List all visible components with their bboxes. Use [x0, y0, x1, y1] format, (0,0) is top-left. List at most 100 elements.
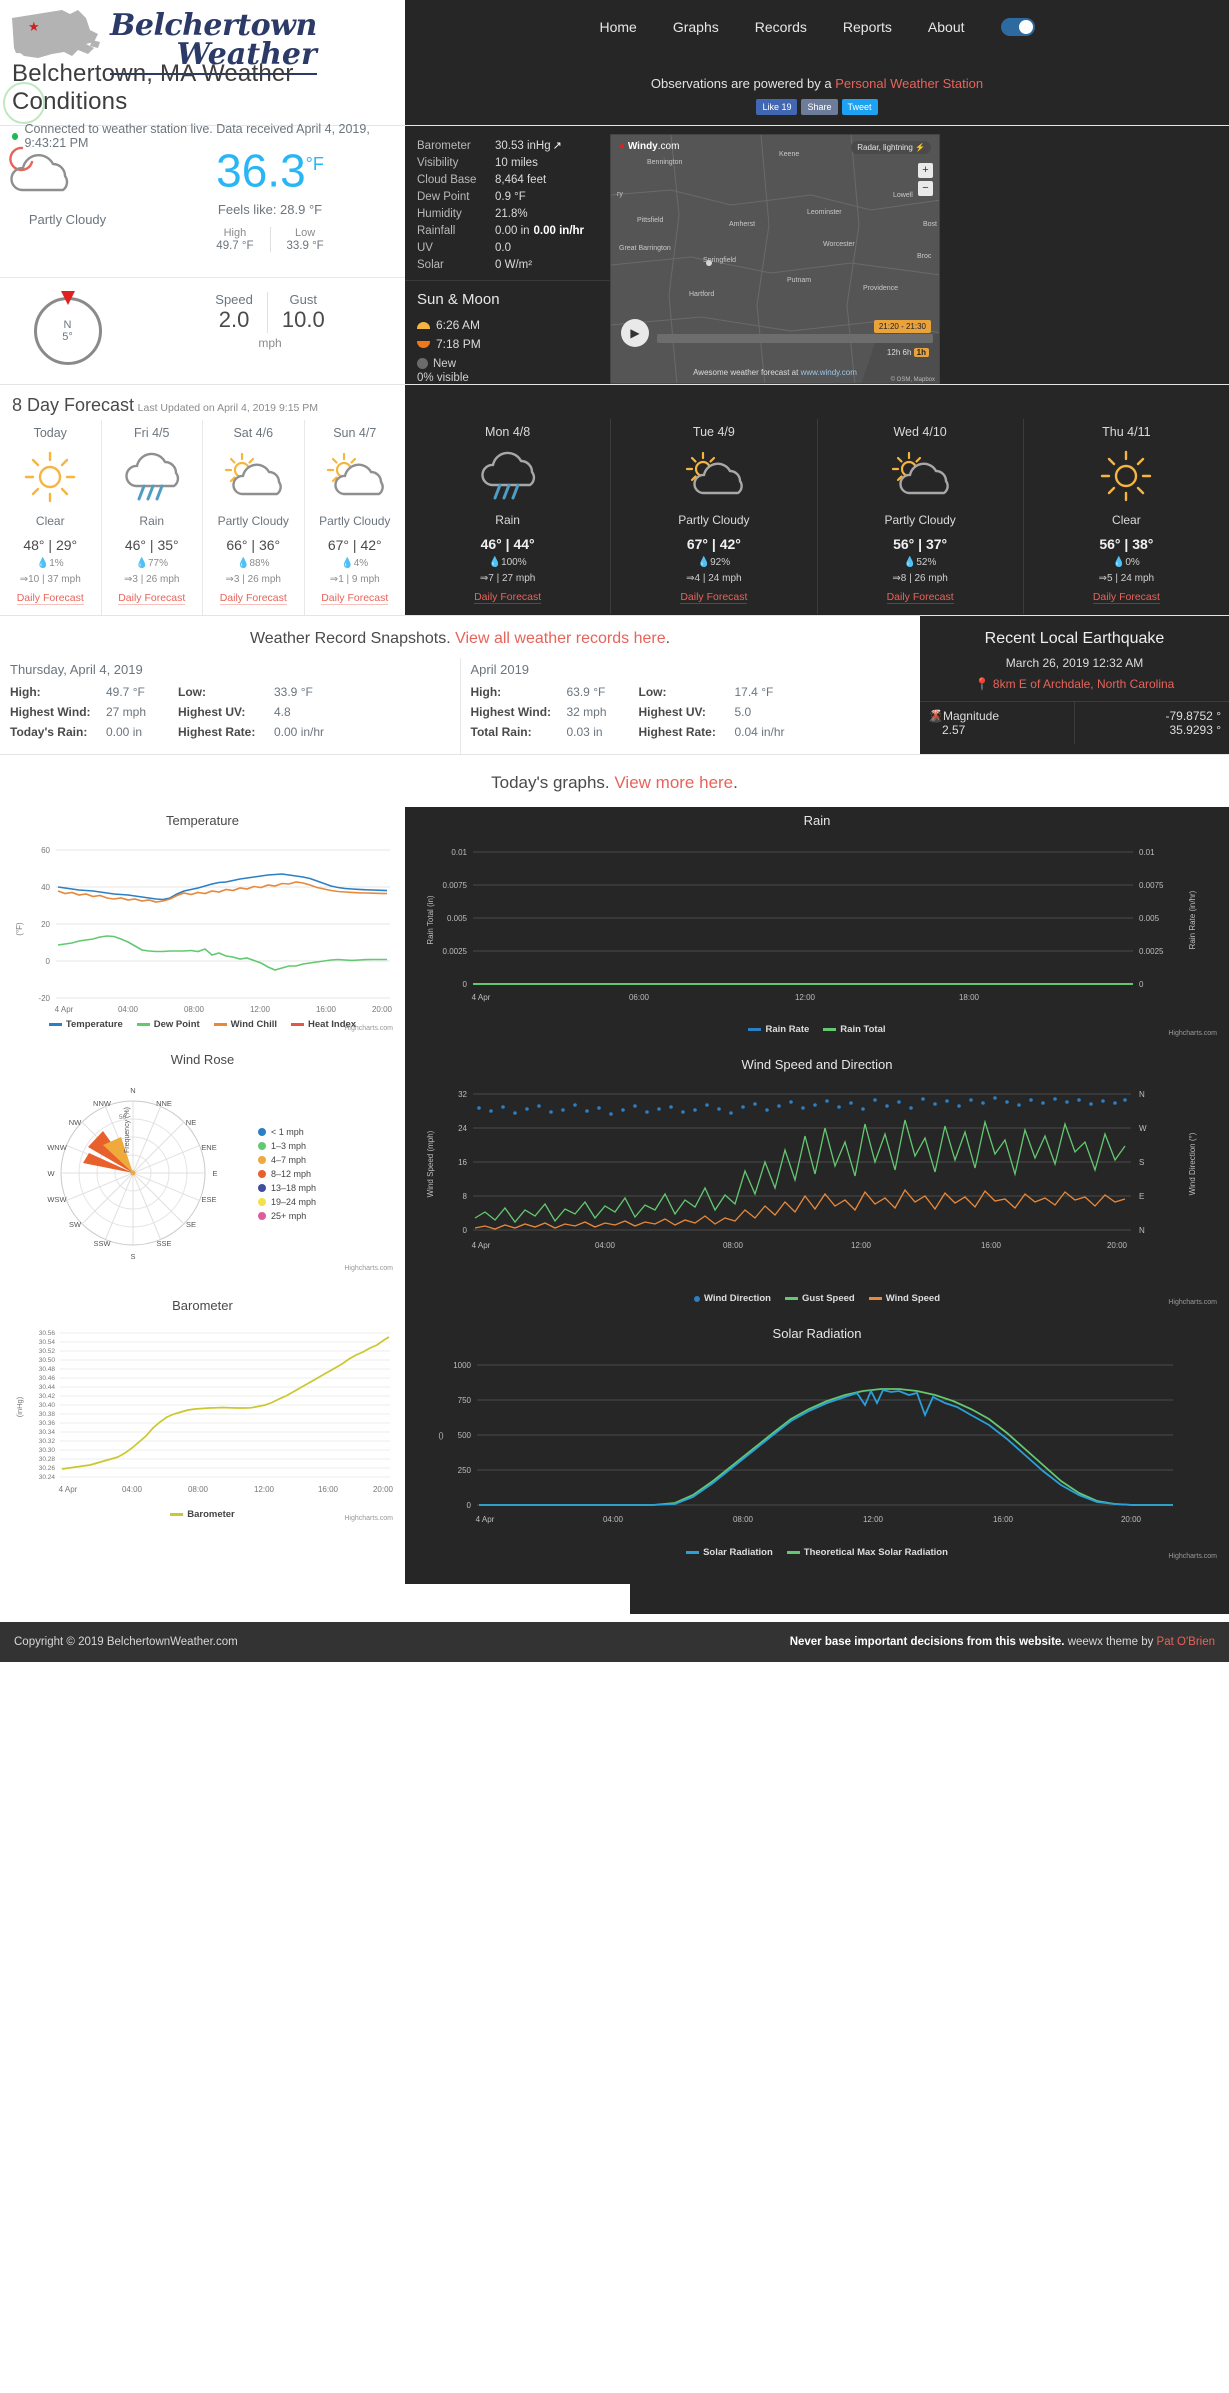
radar-play-button[interactable]: ▶ — [621, 319, 649, 347]
legend-item[interactable]: 19–24 mph — [258, 1195, 316, 1209]
chart-legend[interactable]: Temperature Dew Point Wind Chill Heat In… — [8, 1019, 397, 1030]
svg-text:NNE: NNE — [156, 1099, 172, 1108]
legend-item[interactable]: Rain Rate — [748, 1024, 809, 1035]
forecast-day: Fri 4/5 Rain 46° | 35° 💧77% ⇒3 | 26 mph … — [100, 420, 203, 615]
obs-value: 0.9 °F — [495, 191, 526, 203]
svg-text:08:00: 08:00 — [188, 1485, 209, 1494]
legend-item[interactable]: 1–3 mph — [258, 1139, 316, 1153]
daily-forecast-link[interactable]: Daily Forecast — [886, 591, 954, 604]
forecast-day: Today Clear 48° | 29° 💧1% ⇒10 | 37 mph D… — [0, 420, 101, 615]
legend-item[interactable]: < 1 mph — [258, 1125, 316, 1139]
nav-item-about[interactable]: About — [928, 19, 965, 35]
legend-item[interactable]: Dew Point — [136, 1019, 200, 1030]
tweet-button[interactable]: Tweet — [841, 99, 878, 115]
wind-rose-chart[interactable]: Wind Rose Frequency (%) 50 N NNE NE ENE … — [8, 1046, 397, 1276]
svg-text:20:00: 20:00 — [373, 1485, 394, 1494]
daily-forecast-link[interactable]: Daily Forecast — [474, 591, 542, 604]
wind-direction-degrees: 5° — [62, 330, 73, 343]
chart-title: Rain — [803, 813, 831, 828]
chart-legend[interactable]: Solar Radiation Theoretical Max Solar Ra… — [413, 1547, 1221, 1558]
zoom-in-button[interactable]: + — [918, 163, 933, 178]
wind-rose-legend[interactable]: < 1 mph 1–3 mph 4–7 mph 8–12 mph 13–18 m… — [258, 1125, 316, 1223]
nav-item-graphs[interactable]: Graphs — [673, 19, 719, 35]
wind-gust-label: Gust — [289, 292, 318, 307]
svg-text:18:00: 18:00 — [959, 993, 980, 1002]
sunset-time: 7:18 PM — [436, 337, 481, 351]
record-key: Low: — [638, 685, 667, 699]
powered-by-text: Observations are powered by a Personal W… — [405, 56, 1229, 91]
share-button[interactable]: Share — [801, 99, 838, 115]
rain-chart[interactable]: Rain 0.01 0.0075 0.005 0.0025 0 0.01 0.0075 0… — [413, 807, 1221, 1037]
legend-item[interactable]: Solar Radiation — [686, 1547, 773, 1558]
dark-mode-toggle[interactable] — [1000, 18, 1035, 36]
legend-item[interactable]: Barometer — [170, 1509, 235, 1520]
theme-author-link[interactable]: Pat O'Brien — [1157, 1636, 1215, 1648]
temperature-chart[interactable]: Temperature 60 40 20 0 -20 (°F) 4 Apr 04:00 0… — [8, 807, 397, 1032]
sun-icon — [1024, 439, 1229, 513]
daily-forecast-link[interactable]: Daily Forecast — [1092, 591, 1160, 604]
obs-key: Cloud Base — [417, 174, 477, 186]
wind-speed-direction-chart[interactable]: Wind Speed and Direction 32 24 16 8 0 N W S E… — [413, 1051, 1221, 1306]
record-value: 0.03 in — [566, 725, 603, 739]
daily-forecast-link[interactable]: Daily Forecast — [321, 592, 389, 605]
zoom-out-button[interactable]: − — [918, 181, 933, 196]
radar-layer-selector[interactable]: Radar, lightning ⚡ — [851, 141, 931, 154]
earthquake-location[interactable]: 📍 8km E of Archdale, North Carolina — [920, 676, 1229, 693]
daily-forecast-link[interactable]: Daily Forecast — [219, 592, 287, 605]
nav-item-records[interactable]: Records — [755, 19, 807, 35]
tick-12h[interactable]: 12h — [887, 348, 900, 357]
windy-logo[interactable]: ● Windy.com — [619, 141, 679, 154]
view-more-graphs-link[interactable]: View more here — [614, 773, 733, 792]
svg-text:08:00: 08:00 — [184, 1005, 205, 1014]
forecast-right: Mon 4/8 Rain 46° | 44° 💧100% ⇒7 | 27 mph… — [405, 385, 1229, 615]
record-value: 0.04 in/hr — [734, 725, 785, 739]
windy-link[interactable]: www.windy.com — [801, 368, 857, 377]
pws-link[interactable]: Personal Weather Station — [835, 76, 983, 91]
facebook-like-button[interactable]: Like 19 — [756, 99, 798, 115]
obs-key: Rainfall — [417, 225, 456, 237]
daily-forecast-link[interactable]: Daily Forecast — [680, 591, 748, 604]
chart-legend[interactable]: Wind Direction Gust Speed Wind Speed — [413, 1293, 1221, 1304]
legend-item[interactable]: Temperature — [48, 1019, 123, 1030]
legend-item[interactable]: Theoretical Max Solar Radiation — [786, 1547, 948, 1558]
legend-item[interactable]: 25+ mph — [258, 1209, 316, 1223]
daily-forecast-link[interactable]: Daily Forecast — [118, 592, 186, 605]
svg-text:NNW: NNW — [93, 1099, 112, 1108]
svg-text:12:00: 12:00 — [851, 1241, 872, 1250]
earthquake-longitude: -79.8752 ° — [1165, 709, 1221, 723]
nav-item-reports[interactable]: Reports — [843, 19, 892, 35]
radar-map[interactable]: ● Windy.com Radar, lightning ⚡ + − Keene… — [610, 134, 940, 384]
legend-item[interactable]: 4–7 mph — [258, 1153, 316, 1167]
solar-radiation-chart[interactable]: Solar Radiation 1000 750 500 250 0 () 4 Apr… — [413, 1320, 1221, 1560]
radar-timeline-slider[interactable] — [657, 334, 933, 343]
barometer-chart[interactable]: Barometer 30.56 30.54 30.52 30.50 30.48 30.4… — [8, 1292, 397, 1522]
legend-item[interactable]: Wind Direction — [693, 1293, 771, 1304]
legend-item[interactable]: 8–12 mph — [258, 1167, 316, 1181]
forecast-condition: Clear — [35, 514, 65, 528]
legend-item[interactable]: Gust Speed — [784, 1293, 855, 1304]
chart-legend[interactable]: Barometer — [8, 1509, 397, 1520]
tick-1h[interactable]: 1h — [913, 348, 929, 357]
legend-item[interactable]: Wind Speed — [868, 1293, 940, 1304]
svg-text:30.56: 30.56 — [39, 1330, 56, 1337]
chart-title: Wind Rose — [170, 1052, 235, 1067]
external-link-icon[interactable]: ↗ — [551, 138, 562, 155]
chart-legend[interactable]: Rain Rate Rain Total — [413, 1024, 1221, 1035]
sunrise-time: 6:26 AM — [436, 318, 481, 332]
legend-item[interactable]: 13–18 mph — [258, 1181, 316, 1195]
tick-6h[interactable]: 6h — [903, 348, 912, 357]
nav-item-home[interactable]: Home — [599, 19, 636, 35]
observations-and-radar: Barometer 30.53 inHg ↗ Visibility 10 mil… — [405, 126, 1229, 384]
svg-text:N: N — [1139, 1090, 1145, 1099]
svg-text:W: W — [47, 1169, 55, 1178]
legend-item[interactable]: Wind Chill — [213, 1019, 277, 1030]
radar-time-ticks[interactable]: 12h 6h 1h — [887, 348, 929, 357]
svg-text:SSW: SSW — [93, 1239, 111, 1248]
legend-item[interactable]: Rain Total — [823, 1024, 886, 1035]
svg-text:0.01: 0.01 — [451, 848, 467, 857]
svg-text:0.005: 0.005 — [1139, 914, 1160, 923]
svg-text:NE: NE — [186, 1118, 196, 1127]
svg-text:Rain Rate (in/hr): Rain Rate (in/hr) — [1188, 890, 1197, 949]
view-all-records-link[interactable]: View all weather records here — [455, 630, 665, 647]
daily-forecast-link[interactable]: Daily Forecast — [16, 592, 84, 605]
